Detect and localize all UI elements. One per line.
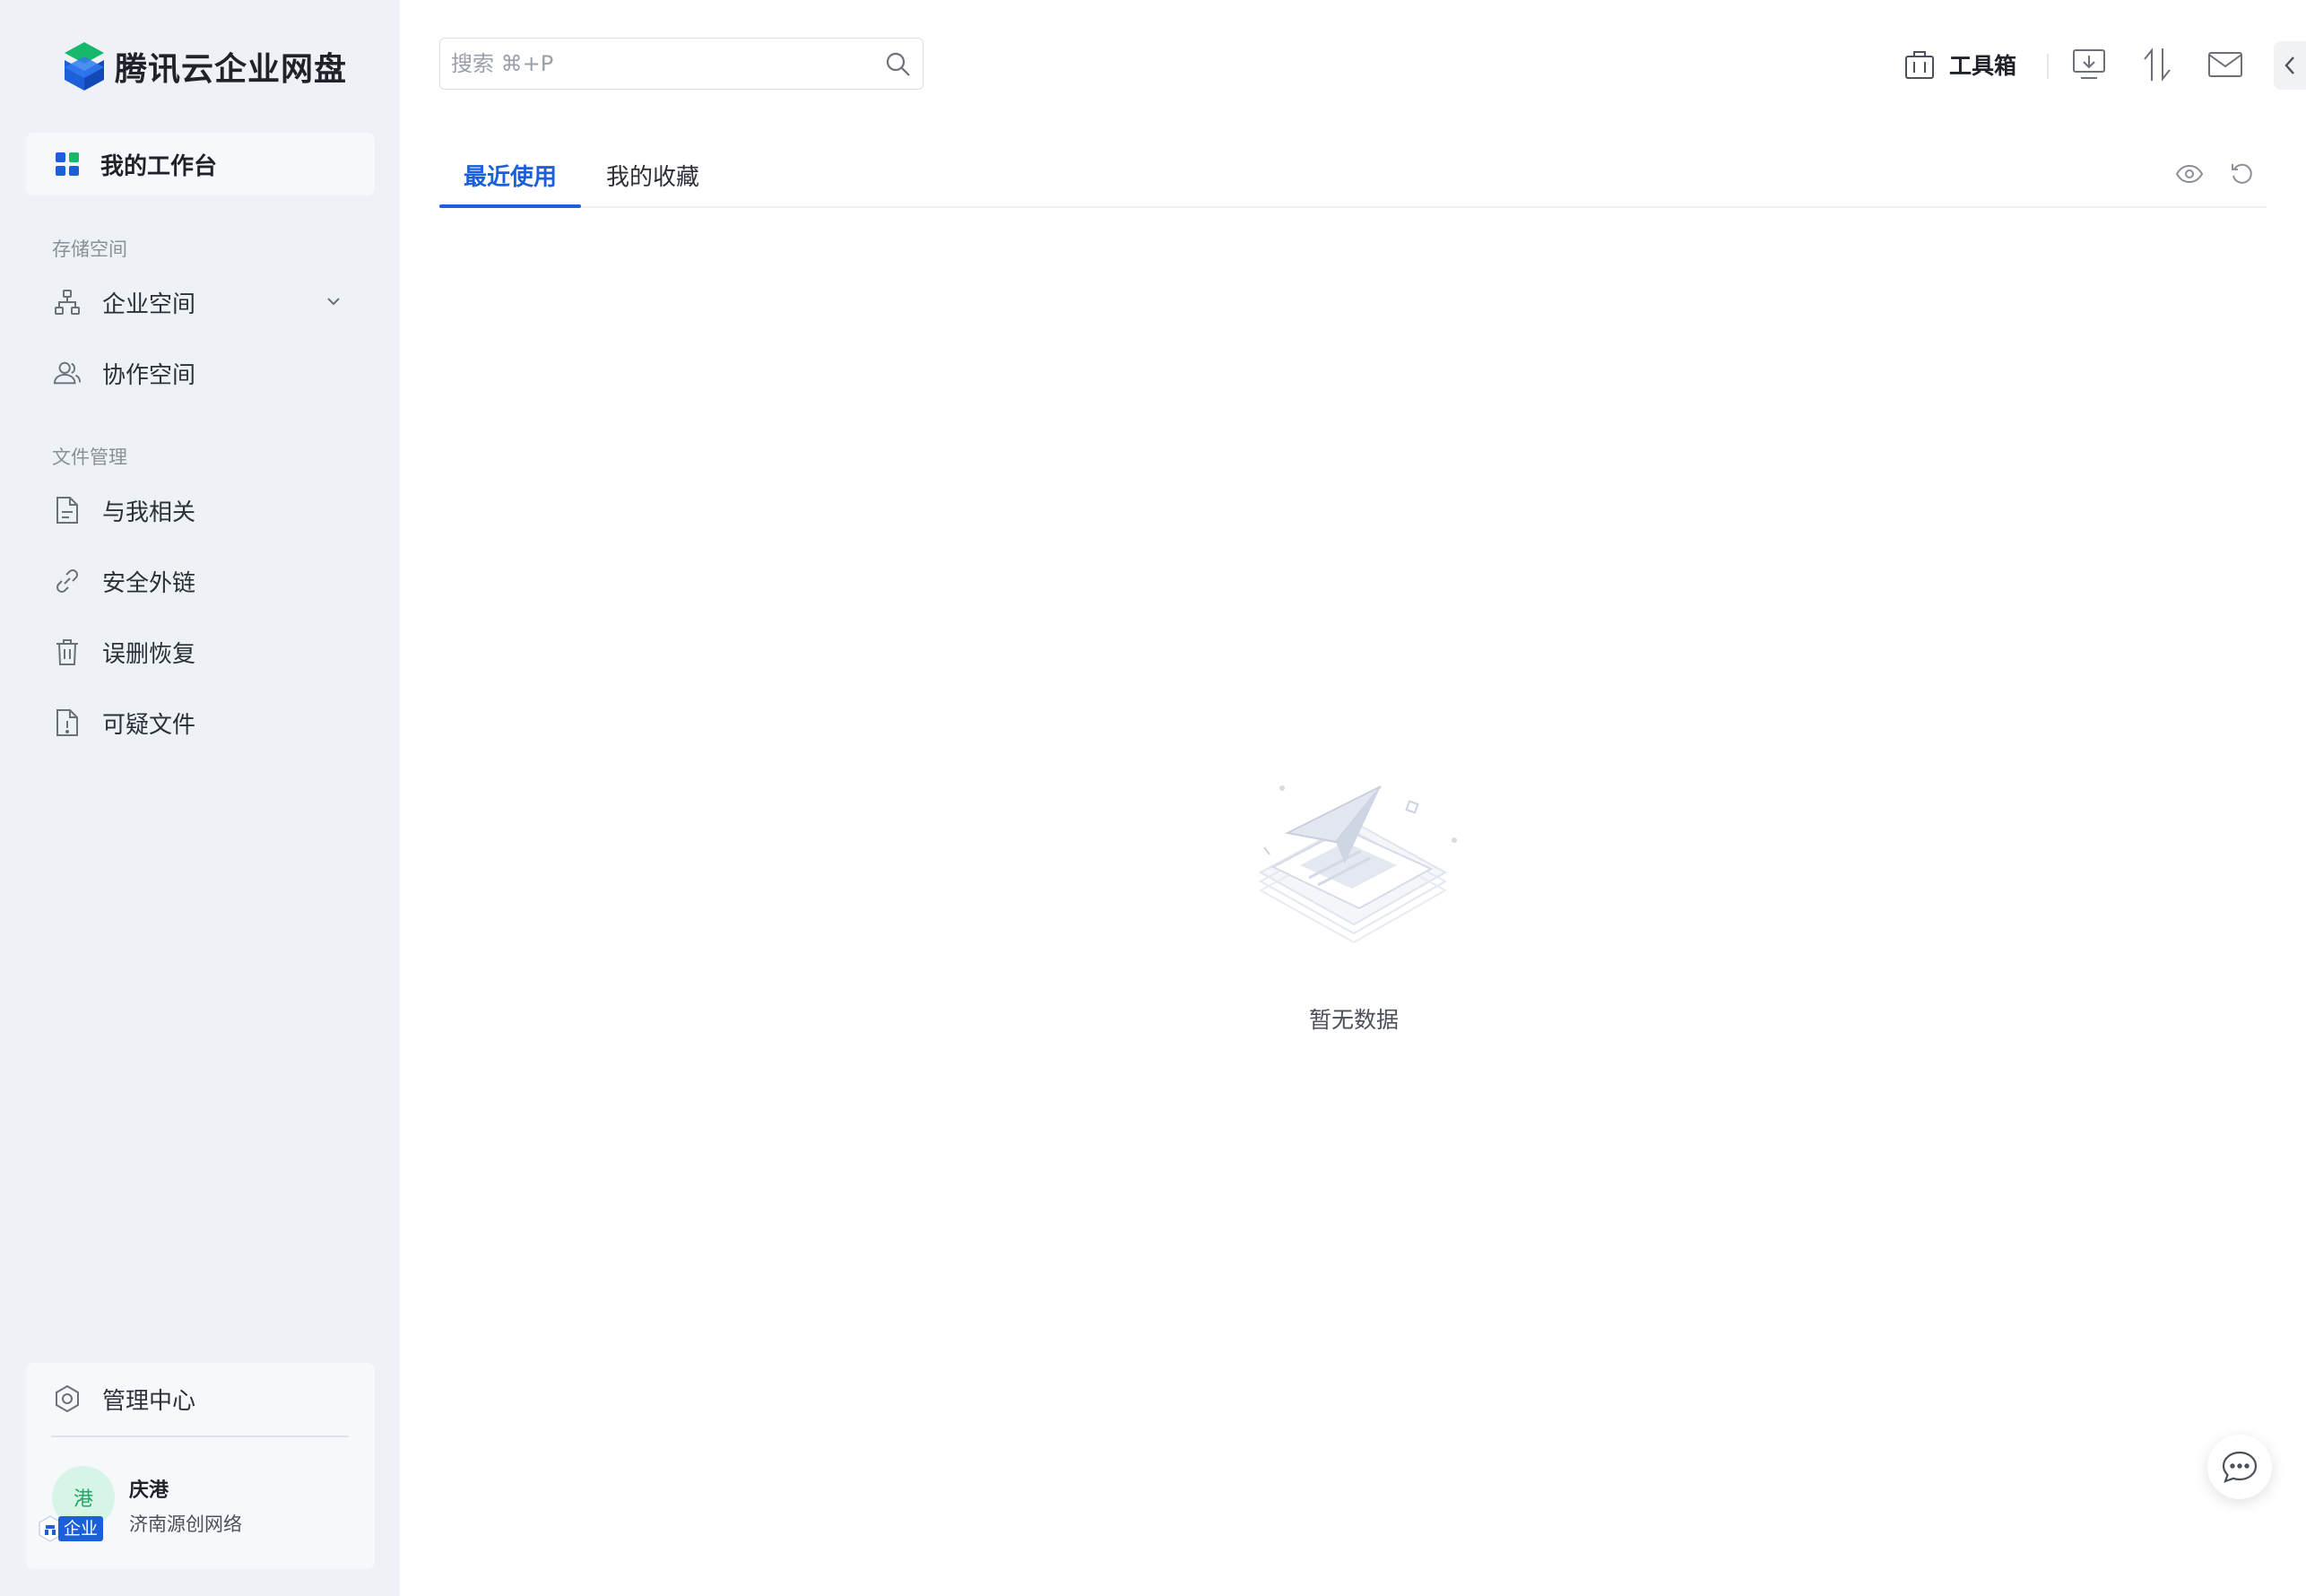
sidebar-item-recycle[interactable]: 误删恢复 (26, 624, 375, 680)
sidebar-item-label: 安全外链 (102, 569, 196, 597)
collapse-panel-button[interactable] (2274, 41, 2306, 90)
cloud-drive-logo-icon (65, 42, 104, 91)
tab-bar: 最近使用 我的收藏 (439, 143, 2267, 208)
sidebar: 腾讯云企业网盘 我的工作台 存储空间 企业空间 协作空间 文件管理 与我相关 安… (0, 0, 400, 1596)
trash-icon (53, 638, 82, 666)
toolbox-button[interactable]: 工具箱 (1904, 45, 2016, 84)
refresh-button[interactable] (2224, 156, 2259, 192)
empty-state-text: 暂无数据 (1308, 1007, 1399, 1033)
brand-name: 腾讯云企业网盘 (115, 51, 348, 88)
toolbox-label: 工具箱 (1949, 53, 2017, 79)
sidebar-item-label: 误删恢复 (102, 640, 196, 668)
search-box[interactable] (439, 38, 923, 90)
enterprise-tag: 企业 (58, 1516, 104, 1541)
grid-apps-icon (56, 152, 79, 176)
search-icon[interactable] (885, 51, 912, 78)
sidebar-item-secure-link[interactable]: 安全外链 (26, 553, 375, 609)
divider (2047, 54, 2049, 79)
sidebar-item-workbench[interactable]: 我的工作台 (26, 133, 375, 195)
transfer-button[interactable] (2137, 45, 2177, 84)
sidebar-item-label: 可疑文件 (102, 711, 196, 739)
mail-icon (2208, 52, 2242, 77)
toolbox-icon (1905, 51, 1934, 79)
chat-bubble-icon (2222, 1451, 2258, 1483)
tab-active-indicator (439, 204, 581, 208)
sidebar-item-label: 我的工作台 (100, 152, 218, 180)
download-client-button[interactable] (2069, 45, 2109, 84)
users-icon (53, 359, 82, 387)
download-icon (2073, 49, 2105, 79)
sidebar-item-related[interactable]: 与我相关 (26, 482, 375, 538)
eye-icon (2175, 164, 2204, 184)
chevron-left-icon (2284, 56, 2294, 74)
empty-paper-plane-illustration (1258, 785, 1457, 944)
warning-file-icon (53, 708, 82, 737)
sidebar-item-collab-space[interactable]: 协作空间 (26, 345, 375, 401)
user-name: 庆港 (129, 1479, 169, 1502)
settings-hex-icon (56, 1384, 79, 1413)
enterprise-badge: 企业 (39, 1515, 104, 1542)
sidebar-item-enterprise-space[interactable]: 企业空间 (26, 274, 375, 330)
admin-center-button[interactable]: 管理中心 (26, 1363, 375, 1435)
sidebar-item-label: 与我相关 (102, 499, 196, 526)
support-chat-button[interactable] (2207, 1435, 2272, 1499)
org-tree-icon (53, 288, 82, 317)
brand-logo[interactable]: 腾讯云企业网盘 (63, 39, 347, 93)
file-icon (53, 496, 82, 525)
section-title-files: 文件管理 (52, 447, 127, 468)
link-icon (53, 567, 82, 595)
chevron-down-icon[interactable] (325, 292, 342, 310)
search-input[interactable] (449, 39, 865, 89)
tab-favorites[interactable]: 我的收藏 (599, 143, 707, 206)
view-toggle-button[interactable] (2172, 156, 2207, 192)
section-title-storage: 存储空间 (52, 239, 127, 260)
transfer-arrows-icon (2144, 48, 2171, 82)
sidebar-item-label: 企业空间 (102, 291, 196, 318)
tab-recent[interactable]: 最近使用 (439, 143, 581, 206)
sidebar-item-label: 协作空间 (102, 361, 196, 389)
admin-center-label: 管理中心 (102, 1387, 196, 1415)
messages-button[interactable] (2206, 45, 2245, 84)
user-org: 济南源创网络 (129, 1514, 242, 1535)
account-card: 管理中心 港 企业 庆港 济南源创网络 (26, 1363, 375, 1569)
sidebar-item-suspicious[interactable]: 可疑文件 (26, 695, 375, 750)
refresh-icon (2232, 163, 2252, 184)
divider (51, 1436, 349, 1437)
